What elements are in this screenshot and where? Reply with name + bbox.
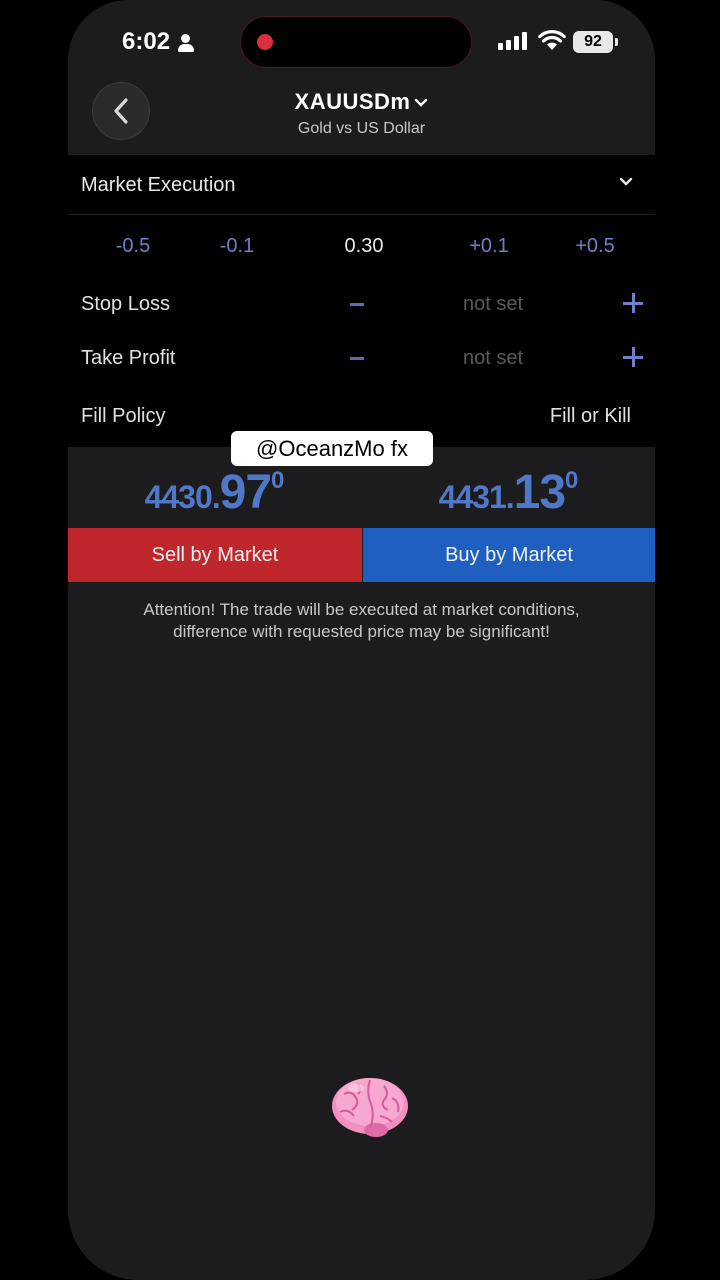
chevron-down-icon xyxy=(619,177,633,186)
cellular-signal-icon xyxy=(498,32,527,50)
execution-type-select[interactable]: Market Execution xyxy=(68,155,655,215)
volume-value[interactable]: 0.30 xyxy=(324,235,404,258)
bid-price-big: 97 xyxy=(219,466,272,519)
stop-loss-label: Stop Loss xyxy=(81,293,170,315)
person-icon xyxy=(177,32,195,52)
chevron-down-icon xyxy=(415,98,428,107)
take-profit-label: Take Profit xyxy=(81,347,176,369)
volume-stepper: -0.5 -0.1 0.30 +0.1 +0.5 xyxy=(68,235,655,265)
symbol-selector[interactable]: XAUUSDm xyxy=(68,89,655,115)
attention-notice: Attention! The trade will be executed at… xyxy=(68,599,655,643)
take-profit-minus-button[interactable] xyxy=(350,357,364,360)
stop-loss-minus-button[interactable] xyxy=(350,303,364,306)
volume-plus-0-5-button[interactable]: +0.5 xyxy=(555,235,635,258)
order-panel: Market Execution -0.5 -0.1 0.30 +0.1 +0.… xyxy=(68,155,655,447)
battery-indicator: 92 xyxy=(573,31,618,53)
ask-price-sup: 0 xyxy=(565,467,579,494)
attention-line-2: difference with requested price may be s… xyxy=(173,622,550,641)
ask-price-main: 4431. xyxy=(438,479,515,515)
fill-policy-label: Fill Policy xyxy=(81,405,166,427)
brain-emoji-icon xyxy=(332,1078,408,1137)
buy-by-market-button[interactable]: Buy by Market xyxy=(363,528,655,582)
volume-minus-0-5-button[interactable]: -0.5 xyxy=(93,235,173,258)
bid-price: 4430.970 xyxy=(68,465,361,520)
volume-plus-0-1-button[interactable]: +0.1 xyxy=(449,235,529,258)
take-profit-row: Take Profit not set xyxy=(68,339,655,379)
ask-price: 4431.130 xyxy=(362,465,655,520)
dynamic-island xyxy=(240,16,472,68)
bid-price-main: 4430. xyxy=(144,479,221,515)
status-time: 6:02 xyxy=(122,28,195,56)
take-profit-plus-button[interactable] xyxy=(623,347,643,367)
symbol-name: XAUUSDm xyxy=(294,89,411,114)
take-profit-value[interactable]: not set xyxy=(438,347,548,370)
time-text: 6:02 xyxy=(122,28,171,55)
stop-loss-row: Stop Loss not set xyxy=(68,285,655,325)
status-bar: 6:02 92 xyxy=(68,0,655,80)
ask-price-big: 13 xyxy=(513,466,566,519)
watermark-label: @OceanzMo fx xyxy=(231,431,433,466)
execution-type-label: Market Execution xyxy=(81,174,236,196)
sell-by-market-button[interactable]: Sell by Market xyxy=(68,528,362,582)
phone-screen: 6:02 92 XAUUSDm Gold vs US Dollar Market… xyxy=(68,0,655,1280)
recording-dot-icon xyxy=(257,34,273,50)
bid-price-sup: 0 xyxy=(271,467,285,494)
volume-minus-0-1-button[interactable]: -0.1 xyxy=(197,235,277,258)
stop-loss-value[interactable]: not set xyxy=(438,293,548,316)
stop-loss-plus-button[interactable] xyxy=(623,293,643,313)
attention-line-1: Attention! The trade will be executed at… xyxy=(143,600,580,619)
fill-policy-value: Fill or Kill xyxy=(549,405,631,427)
wifi-icon xyxy=(538,30,566,50)
fill-policy-row[interactable]: Fill Policy Fill or Kill xyxy=(68,395,655,435)
symbol-description: Gold vs US Dollar xyxy=(297,120,426,137)
